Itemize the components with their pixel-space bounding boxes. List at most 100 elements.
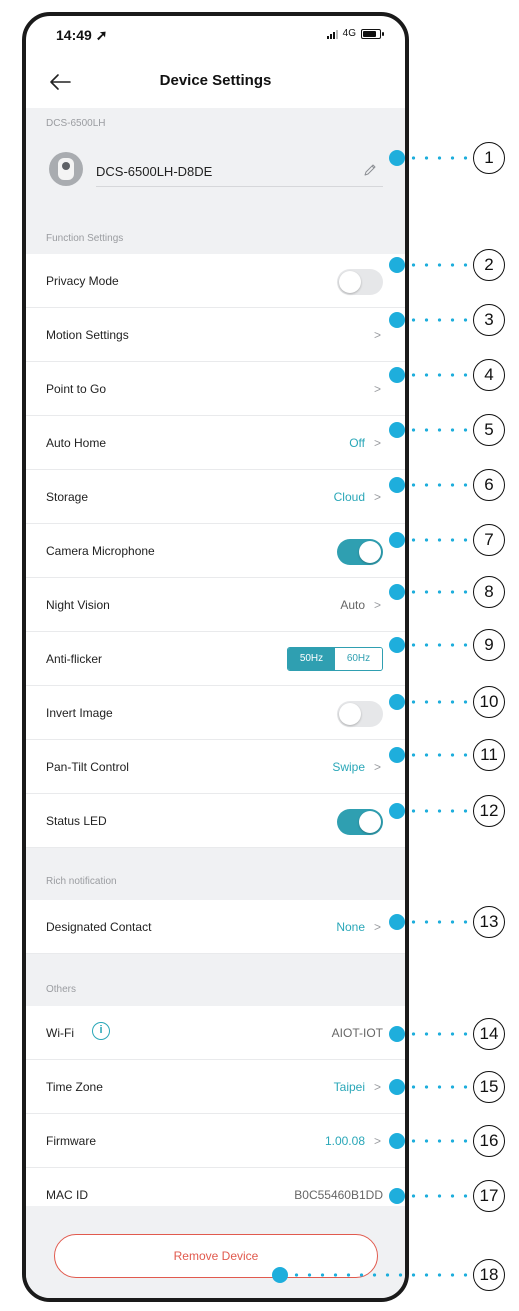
- row-night-vision[interactable]: Night Vision Auto >: [26, 578, 405, 632]
- name-underline: [96, 186, 383, 187]
- callout-leader: [407, 483, 470, 487]
- row-storage[interactable]: Storage Cloud >: [26, 470, 405, 524]
- row-privacy-mode[interactable]: Privacy Mode: [26, 254, 405, 308]
- callout-number: 10: [473, 686, 505, 718]
- callout-leader: [407, 318, 470, 322]
- info-icon[interactable]: i: [92, 1022, 110, 1040]
- status-led-toggle[interactable]: [337, 809, 383, 835]
- network-type: 4G: [342, 28, 356, 39]
- row-auto-home[interactable]: Auto Home Off >: [26, 416, 405, 470]
- row-firmware[interactable]: Firmware 1.00.08 >: [26, 1114, 405, 1168]
- chevron-right-icon: >: [373, 436, 381, 450]
- row-time-zone[interactable]: Time Zone Taipei >: [26, 1060, 405, 1114]
- callout-leader: [407, 373, 470, 377]
- callout-leader: [407, 1194, 470, 1198]
- row-designated-contact[interactable]: Designated Contact None >: [26, 900, 405, 954]
- callout-dot: [389, 584, 405, 600]
- callout-leader: [290, 1273, 470, 1277]
- chevron-right-icon: >: [373, 490, 381, 504]
- row-pan-tilt-control[interactable]: Pan-Tilt Control Swipe >: [26, 740, 405, 794]
- callout-dot: [389, 694, 405, 710]
- callout-leader: [407, 1085, 470, 1089]
- chevron-right-icon: >: [373, 1080, 381, 1094]
- callout-leader: [407, 920, 470, 924]
- callout-number: 3: [473, 304, 505, 336]
- callout-dot: [389, 637, 405, 653]
- row-point-to-go[interactable]: Point to Go >: [26, 362, 405, 416]
- callout-number: 5: [473, 414, 505, 446]
- callout-leader: [407, 700, 470, 704]
- battery-icon: [361, 28, 384, 39]
- pencil-icon[interactable]: [363, 163, 377, 177]
- phone-frame: 14:49 ➚ 4G Device Settings DCS-6500LH DC…: [22, 12, 409, 1302]
- callout-dot: [389, 312, 405, 328]
- callout-number: 6: [473, 469, 505, 501]
- callout-number: 1: [473, 142, 505, 174]
- night-vision-value: Auto: [340, 598, 365, 612]
- anti-flicker-selector: 50Hz 60Hz: [287, 647, 383, 671]
- callout-number: 18: [473, 1259, 505, 1291]
- callout-number: 11: [473, 739, 505, 771]
- camera-microphone-toggle[interactable]: [337, 539, 383, 565]
- device-card: DCS-6500LH DCS-6500LH-D8DE: [26, 108, 405, 228]
- row-status-led[interactable]: Status LED: [26, 794, 405, 848]
- callout-dot: [389, 477, 405, 493]
- callout-number: 13: [473, 906, 505, 938]
- callout-dot: [389, 532, 405, 548]
- callout-dot: [389, 1026, 405, 1042]
- callout-dot: [389, 150, 405, 166]
- callout-dot: [389, 1079, 405, 1095]
- callout-number: 9: [473, 629, 505, 661]
- storage-value: Cloud: [333, 490, 365, 504]
- chevron-right-icon: >: [373, 1134, 381, 1148]
- firmware-value: 1.00.08: [324, 1134, 365, 1148]
- callout-number: 7: [473, 524, 505, 556]
- callout-number: 2: [473, 249, 505, 281]
- remove-device-button[interactable]: Remove Device: [54, 1234, 378, 1278]
- callout-number: 4: [473, 359, 505, 391]
- chevron-right-icon: >: [373, 382, 381, 396]
- time-zone-value: Taipei: [333, 1080, 365, 1094]
- row-anti-flicker: Anti-flicker 50Hz 60Hz: [26, 632, 405, 686]
- callout-leader: [407, 809, 470, 813]
- pan-tilt-value: Swipe: [332, 760, 365, 774]
- mac-id-value: B0C55460B1DD: [294, 1188, 383, 1202]
- callout-leader: [407, 538, 470, 542]
- row-camera-microphone[interactable]: Camera Microphone: [26, 524, 405, 578]
- callout-leader: [407, 590, 470, 594]
- callout-dot: [389, 803, 405, 819]
- bottom-area: Remove Device: [26, 1206, 405, 1298]
- callout-dot: [389, 1188, 405, 1204]
- callout-dot: [389, 1133, 405, 1149]
- chevron-right-icon: >: [373, 328, 381, 342]
- location-arrow-icon: ➚: [95, 27, 108, 43]
- device-model: DCS-6500LH: [46, 118, 106, 129]
- callout-dot: [389, 422, 405, 438]
- callout-number: 17: [473, 1180, 505, 1212]
- callout-dot: [389, 747, 405, 763]
- callout-leader: [407, 428, 470, 432]
- callout-number: 16: [473, 1125, 505, 1157]
- wifi-value: AIOT-IOT: [331, 1026, 383, 1040]
- callout-dot: [389, 367, 405, 383]
- status-bar: 14:49 ➚ 4G: [26, 16, 405, 56]
- status-indicators: 4G: [326, 28, 384, 39]
- camera-icon: [58, 158, 74, 180]
- callout-number: 14: [473, 1018, 505, 1050]
- row-motion-settings[interactable]: Motion Settings >: [26, 308, 405, 362]
- privacy-mode-toggle[interactable]: [337, 269, 383, 295]
- page-title: Device Settings: [159, 72, 272, 89]
- callout-number: 12: [473, 795, 505, 827]
- invert-image-toggle[interactable]: [337, 701, 383, 727]
- row-invert-image[interactable]: Invert Image: [26, 686, 405, 740]
- nav-bar: Device Settings: [26, 56, 405, 108]
- section-others: Others: [26, 954, 405, 1006]
- anti-flicker-50hz[interactable]: 50Hz: [288, 648, 335, 670]
- device-name[interactable]: DCS-6500LH-D8DE: [96, 164, 212, 179]
- auto-home-value: Off: [349, 436, 365, 450]
- signal-icon: [326, 29, 338, 39]
- section-rich-notification: Rich notification: [26, 848, 405, 900]
- camera-avatar: [49, 152, 83, 186]
- anti-flicker-60hz[interactable]: 60Hz: [335, 648, 382, 670]
- designated-contact-value: None: [336, 920, 365, 934]
